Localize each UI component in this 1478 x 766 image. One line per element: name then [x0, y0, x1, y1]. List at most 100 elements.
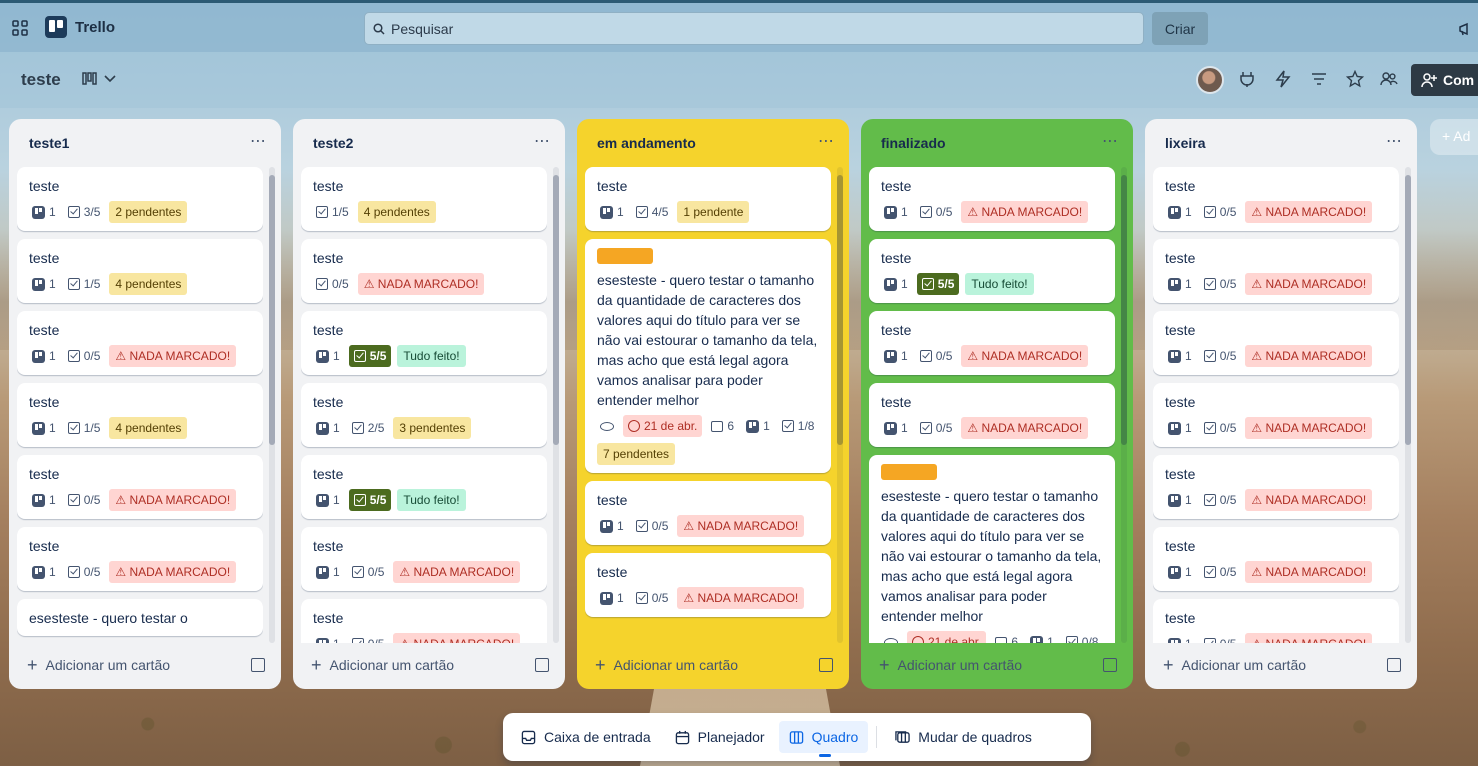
status-label[interactable]: ⚠ NADA MARCADO! — [677, 515, 805, 537]
scrollbar-thumb[interactable] — [269, 175, 275, 445]
nav-switch-boards[interactable]: Mudar de quadros — [885, 721, 1042, 753]
status-label[interactable]: ⚠ NADA MARCADO! — [677, 587, 805, 609]
card[interactable]: teste 1 0/5 ⚠ NADA MARCADO! — [1153, 167, 1399, 231]
card[interactable]: teste 1 5/5 Tudo feito! — [301, 311, 547, 375]
board-title[interactable]: teste — [21, 70, 61, 90]
due-date-badge[interactable]: 21 de abr. — [907, 631, 987, 643]
due-date-badge[interactable]: 21 de abr. — [623, 415, 703, 437]
list-menu-icon[interactable]: ⋯ — [1386, 131, 1403, 151]
create-button[interactable]: Criar — [1152, 12, 1208, 45]
scrollbar-thumb[interactable] — [553, 175, 559, 445]
list-title[interactable]: teste2 — [313, 135, 353, 151]
card[interactable]: teste 1 1/5 4 pendentes — [17, 239, 263, 303]
card[interactable]: teste 1 4/5 1 pendente — [585, 167, 831, 231]
card[interactable]: teste 1 0/5 ⚠ NADA MARCADO! — [1153, 383, 1399, 447]
trello-logo[interactable]: Trello — [45, 16, 115, 38]
add-card-button[interactable]: + Adicionar um cartão — [301, 649, 557, 681]
card[interactable]: esesteste - quero testar o — [17, 599, 263, 636]
status-label[interactable]: ⚠ NADA MARCADO! — [961, 201, 1089, 223]
list-menu-icon[interactable]: ⋯ — [1102, 131, 1119, 151]
card[interactable]: esesteste - quero testar o tamanho da qu… — [585, 239, 831, 473]
card[interactable]: esesteste - quero testar o tamanho da qu… — [869, 455, 1115, 643]
card[interactable]: teste 1 0/5 ⚠ NADA MARCADO! — [301, 527, 547, 591]
add-card-button[interactable]: + Adicionar um cartão — [585, 649, 841, 681]
list-title[interactable]: teste1 — [29, 135, 69, 151]
status-label[interactable]: ⚠ NADA MARCADO! — [109, 561, 237, 583]
card[interactable]: teste 1 0/5 ⚠ NADA MARCADO! — [17, 527, 263, 591]
power-ups-icon[interactable] — [1238, 70, 1256, 88]
card-template-icon[interactable] — [1103, 658, 1117, 672]
list-title[interactable]: finalizado — [881, 135, 946, 151]
status-label[interactable]: ⚠ NADA MARCADO! — [1245, 417, 1373, 439]
status-label[interactable]: ⚠ NADA MARCADO! — [961, 345, 1089, 367]
card[interactable]: teste 1 5/5 Tudo feito! — [301, 455, 547, 519]
card[interactable]: teste 1 0/5 ⚠ NADA MARCADO! — [869, 167, 1115, 231]
share-button[interactable]: Com — [1411, 64, 1478, 96]
card[interactable]: teste 1 0/5 ⚠ NADA MARCADO! — [1153, 311, 1399, 375]
status-label[interactable]: ⚠ NADA MARCADO! — [109, 489, 237, 511]
list-title[interactable]: lixeira — [1165, 135, 1205, 151]
status-label[interactable]: ⚠ NADA MARCADO! — [961, 417, 1089, 439]
card-color-label[interactable] — [881, 464, 937, 480]
nav-planner[interactable]: Planejador — [665, 721, 775, 753]
automation-icon[interactable] — [1274, 70, 1292, 88]
status-label[interactable]: Tudo feito! — [397, 489, 466, 511]
card[interactable]: teste 1 0/5 ⚠ NADA MARCADO! — [585, 481, 831, 545]
card[interactable]: teste 1 0/5 ⚠ NADA MARCADO! — [17, 311, 263, 375]
card[interactable]: teste 1 0/5 ⚠ NADA MARCADO! — [869, 311, 1115, 375]
status-label[interactable]: ⚠ NADA MARCADO! — [1245, 489, 1373, 511]
status-label[interactable]: 4 pendentes — [109, 417, 188, 439]
apps-grid-icon[interactable] — [12, 20, 28, 36]
card[interactable]: teste 1 1/5 4 pendentes — [17, 383, 263, 447]
nav-inbox[interactable]: Caixa de entrada — [511, 721, 661, 753]
card[interactable]: teste 1 0/5 ⚠ NADA MARCADO! — [1153, 455, 1399, 519]
status-label[interactable]: ⚠ NADA MARCADO! — [393, 633, 521, 643]
card[interactable]: teste 1 0/5 ⚠ NADA MARCADO! — [1153, 599, 1399, 643]
status-label[interactable]: 7 pendentes — [597, 443, 676, 465]
card-color-label[interactable] — [597, 248, 653, 264]
list-menu-icon[interactable]: ⋯ — [818, 131, 835, 151]
status-label[interactable]: ⚠ NADA MARCADO! — [1245, 273, 1373, 295]
add-card-button[interactable]: + Adicionar um cartão — [17, 649, 273, 681]
card[interactable]: teste 1 0/5 ⚠ NADA MARCADO! — [585, 553, 831, 617]
card[interactable]: teste 0/5 ⚠ NADA MARCADO! — [301, 239, 547, 303]
card[interactable]: teste 1/5 4 pendentes — [301, 167, 547, 231]
status-label[interactable]: ⚠ NADA MARCADO! — [1245, 561, 1373, 583]
list-menu-icon[interactable]: ⋯ — [534, 131, 551, 151]
search-input[interactable] — [391, 20, 1143, 37]
add-card-button[interactable]: + Adicionar um cartão — [869, 649, 1125, 681]
card-template-icon[interactable] — [535, 658, 549, 672]
card[interactable]: teste 1 2/5 3 pendentes — [301, 383, 547, 447]
status-label[interactable]: Tudo feito! — [965, 273, 1034, 295]
status-label[interactable]: 1 pendente — [677, 201, 750, 223]
status-label[interactable]: ⚠ NADA MARCADO! — [109, 345, 237, 367]
card[interactable]: teste 1 0/5 ⚠ NADA MARCADO! — [17, 455, 263, 519]
star-icon[interactable] — [1346, 70, 1364, 88]
members-icon[interactable] — [1380, 70, 1398, 88]
status-label[interactable]: 4 pendentes — [357, 201, 436, 223]
add-card-button[interactable]: + Adicionar um cartão — [1153, 649, 1409, 681]
status-label[interactable]: 4 pendentes — [109, 273, 188, 295]
view-switcher[interactable] — [82, 72, 116, 86]
card[interactable]: teste 1 0/5 ⚠ NADA MARCADO! — [869, 383, 1115, 447]
scrollbar-thumb[interactable] — [1405, 175, 1411, 445]
card[interactable]: teste 1 0/5 ⚠ NADA MARCADO! — [301, 599, 547, 643]
add-list-button[interactable]: + Ad — [1430, 119, 1478, 155]
status-label[interactable]: ⚠ NADA MARCADO! — [1245, 633, 1373, 643]
list-menu-icon[interactable]: ⋯ — [250, 131, 267, 151]
avatar[interactable] — [1196, 66, 1224, 94]
scrollbar-thumb[interactable] — [837, 175, 843, 445]
card[interactable]: teste 1 0/5 ⚠ NADA MARCADO! — [1153, 527, 1399, 591]
status-label[interactable]: Tudo feito! — [397, 345, 466, 367]
status-label[interactable]: 3 pendentes — [393, 417, 472, 439]
card[interactable]: teste 1 0/5 ⚠ NADA MARCADO! — [1153, 239, 1399, 303]
nav-board[interactable]: Quadro — [778, 721, 869, 757]
status-label[interactable]: ⚠ NADA MARCADO! — [1245, 345, 1373, 367]
filter-icon[interactable] — [1310, 70, 1328, 88]
status-label[interactable]: ⚠ NADA MARCADO! — [1245, 201, 1373, 223]
card[interactable]: teste 1 5/5 Tudo feito! — [869, 239, 1115, 303]
search-bar[interactable] — [364, 12, 1144, 45]
status-label[interactable]: ⚠ NADA MARCADO! — [357, 273, 485, 295]
card-template-icon[interactable] — [251, 658, 265, 672]
scrollbar-thumb[interactable] — [1121, 175, 1127, 445]
